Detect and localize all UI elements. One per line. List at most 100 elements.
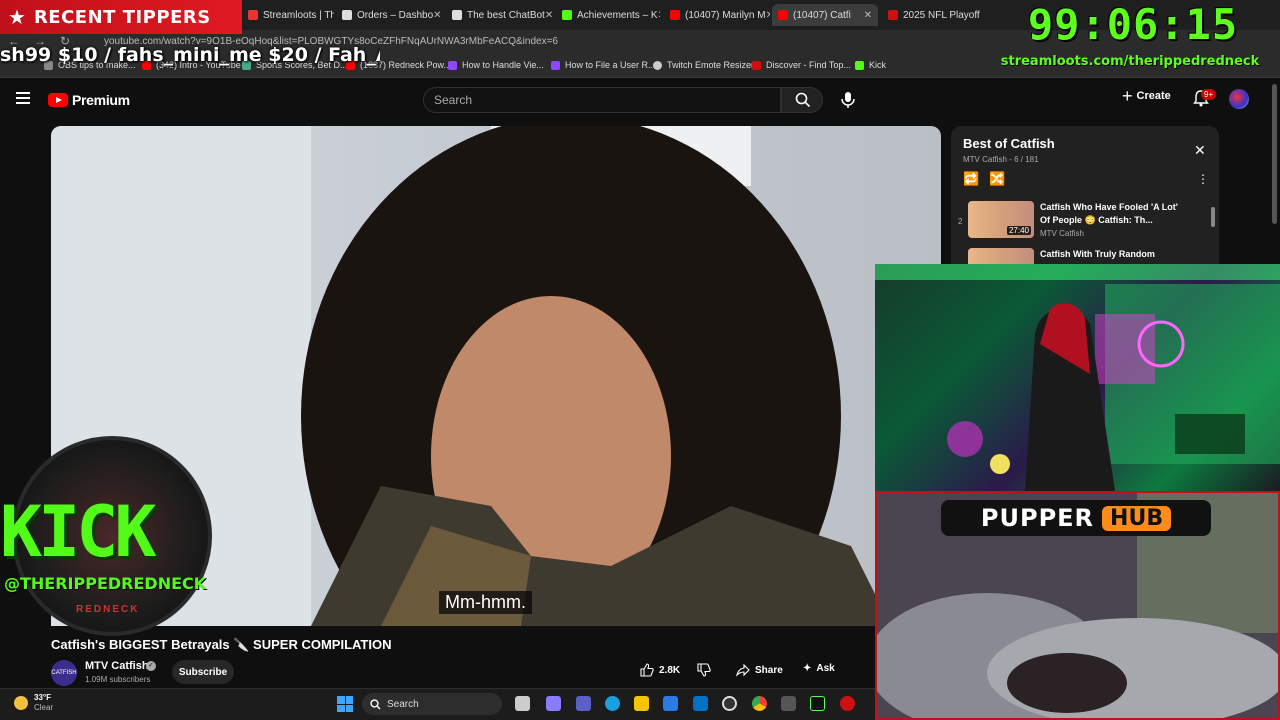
copilot-icon[interactable] — [546, 696, 561, 711]
pupper-hub-word1: PUPPER — [980, 504, 1095, 532]
browser-tab[interactable]: (10407) Marilyn M ✕ — [664, 4, 770, 26]
bookmark-favicon-icon — [551, 60, 560, 70]
playlist-item-title: Catfish Who Have Fooled 'A Lot' Of Peopl… — [1040, 202, 1178, 225]
shuffle-icon[interactable]: 🔀 — [989, 171, 1005, 187]
hamburger-menu-icon[interactable] — [16, 92, 30, 104]
microphone-icon — [841, 92, 855, 108]
browser-tab[interactable]: 2025 NFL Playoff — [882, 4, 982, 26]
verified-check-icon: ✓ — [146, 661, 156, 671]
tab-close-icon[interactable]: ✕ — [766, 10, 770, 21]
bookmark-label: How to Handle Vie... — [462, 60, 544, 70]
voice-search-button[interactable] — [834, 86, 862, 114]
webcam-overlay — [875, 264, 1280, 491]
streamloots-url-overlay: streamloots.com/therippedredneck — [1000, 54, 1260, 69]
bookmark-item[interactable]: Kick — [855, 60, 886, 70]
playlist-title[interactable]: Best of Catfish — [963, 136, 1055, 151]
like-count: 2.8K — [659, 664, 681, 676]
bookmark-item[interactable]: Twitch Emote Resizer — [653, 60, 754, 70]
windows-start-icon[interactable] — [337, 696, 353, 712]
more-options-icon[interactable]: ⋮ — [1197, 172, 1209, 186]
app-icon[interactable] — [840, 696, 855, 711]
tab-favicon-icon — [248, 10, 258, 20]
obs-icon[interactable] — [722, 696, 737, 711]
chrome-icon[interactable] — [752, 696, 767, 711]
recent-tippers-banner: ★ RECENT TIPPERS — [0, 0, 242, 34]
bookmark-item[interactable]: How to Handle Vie... — [448, 60, 544, 70]
playlist-item[interactable]: Catfish With Truly Random — [958, 248, 1180, 264]
weather-temp: 33°F — [34, 693, 51, 702]
playlist-item-thumbnail — [968, 248, 1034, 264]
duration-badge: 27:40 — [1006, 226, 1031, 235]
tab-favicon-icon — [562, 10, 572, 20]
subathon-timer: 99:06:15 — [1027, 0, 1239, 49]
loop-icon[interactable]: 🔁 — [963, 171, 979, 187]
playlist-item-thumbnail: 27:40 — [968, 201, 1034, 238]
tab-close-icon[interactable]: ✕ — [864, 10, 872, 21]
playlist-meta: MTV Catfish - 6 / 181 — [963, 155, 1039, 164]
tab-label: Achievements – K — [577, 9, 658, 21]
bookmark-favicon-icon — [448, 60, 457, 70]
tab-close-icon[interactable]: ✕ — [658, 10, 660, 21]
tab-favicon-icon — [342, 10, 352, 20]
recent-tippers-title: RECENT TIPPERS — [33, 6, 211, 28]
playlist-scrollbar[interactable] — [1211, 207, 1215, 227]
thumbs-up-icon — [640, 663, 654, 677]
create-button[interactable]: + Create — [1122, 87, 1171, 105]
dislike-button[interactable] — [697, 663, 711, 677]
weather-widget[interactable]: 33°F Clear — [14, 693, 53, 713]
account-avatar[interactable] — [1229, 89, 1249, 109]
app-icon[interactable] — [810, 696, 825, 711]
search-input[interactable]: Search — [423, 87, 781, 113]
tab-label: (10407) Marilyn M — [685, 9, 766, 21]
close-icon[interactable]: ✕ — [1194, 142, 1206, 159]
tab-favicon-icon — [452, 10, 462, 20]
sparkle-icon: ✦ — [803, 663, 812, 674]
teams-icon[interactable] — [576, 696, 591, 711]
browser-tab[interactable]: Streamloots | The✕ — [242, 4, 334, 26]
tab-close-icon[interactable]: ✕ — [433, 10, 440, 21]
pupper-hub-logo: PUPPER HUB — [941, 500, 1211, 536]
ask-button[interactable]: ✦ Ask — [803, 663, 835, 674]
tippers-ticker: sh99 $10 / fahs_mini_me $20 / Fah_Aussie… — [0, 44, 380, 66]
app-icon[interactable] — [781, 696, 796, 711]
search-button[interactable] — [781, 87, 823, 113]
tab-label: (10407) Catfi — [793, 9, 851, 21]
playlist-item-title: Catfish With Truly Random — [1040, 249, 1155, 259]
logo-text: Premium — [72, 92, 130, 108]
file-explorer-icon[interactable] — [634, 696, 649, 711]
youtube-premium-logo[interactable]: Premium — [48, 92, 130, 108]
taskbar-search[interactable]: Search — [362, 693, 502, 715]
channel-avatar[interactable]: CATFISH — [51, 660, 77, 686]
like-button[interactable]: 2.8K — [640, 663, 680, 677]
subscribe-button[interactable]: Subscribe — [172, 660, 234, 684]
store-icon[interactable] — [663, 696, 678, 711]
bookmark-label: Kick — [869, 60, 887, 70]
bookmark-label: Twitch Emote Resizer — [667, 60, 755, 70]
playlist-item[interactable]: 2 27:40 Catfish Who Have Fooled 'A Lot' … — [958, 201, 1180, 238]
task-view-icon[interactable] — [515, 696, 530, 711]
share-button[interactable]: Share — [736, 663, 783, 677]
bookmark-item[interactable]: How to File a User R... — [551, 60, 656, 70]
browser-tab-active[interactable]: (10407) Catfi ✕ — [772, 4, 878, 26]
tab-label: Orders – Dashbo — [357, 9, 434, 21]
tab-close-icon[interactable]: ✕ — [545, 10, 552, 21]
outlook-icon[interactable] — [693, 696, 708, 711]
tab-label: 2025 NFL Playoff — [903, 9, 980, 21]
playlist-item-channel: MTV Catfish — [1040, 229, 1085, 238]
channel-name[interactable]: MTV Catfish — [85, 660, 149, 672]
edge-icon[interactable] — [605, 696, 620, 711]
youtube-play-icon — [48, 93, 68, 107]
browser-tab[interactable]: Achievements – K✕ — [556, 4, 660, 26]
video-title: Catfish's BIGGEST Betrayals 🔪 SUPER COMP… — [51, 637, 392, 652]
browser-tab[interactable]: Orders – Dashbo ✕ — [336, 4, 440, 26]
webcam-image — [875, 264, 1280, 491]
kick-logo: KICK — [0, 491, 157, 573]
thumbs-down-icon — [697, 663, 711, 677]
browser-tab[interactable]: The best ChatBot ✕ — [446, 4, 552, 26]
share-label: Share — [755, 664, 783, 676]
kick-handle-text: @THERIPPEDREDNECK — [4, 574, 207, 593]
page-scrollbar[interactable] — [1272, 84, 1277, 224]
bookmark-item[interactable]: Discover - Find Top... — [752, 60, 851, 70]
bookmark-favicon-icon — [653, 60, 662, 70]
create-label: Create — [1136, 90, 1171, 102]
